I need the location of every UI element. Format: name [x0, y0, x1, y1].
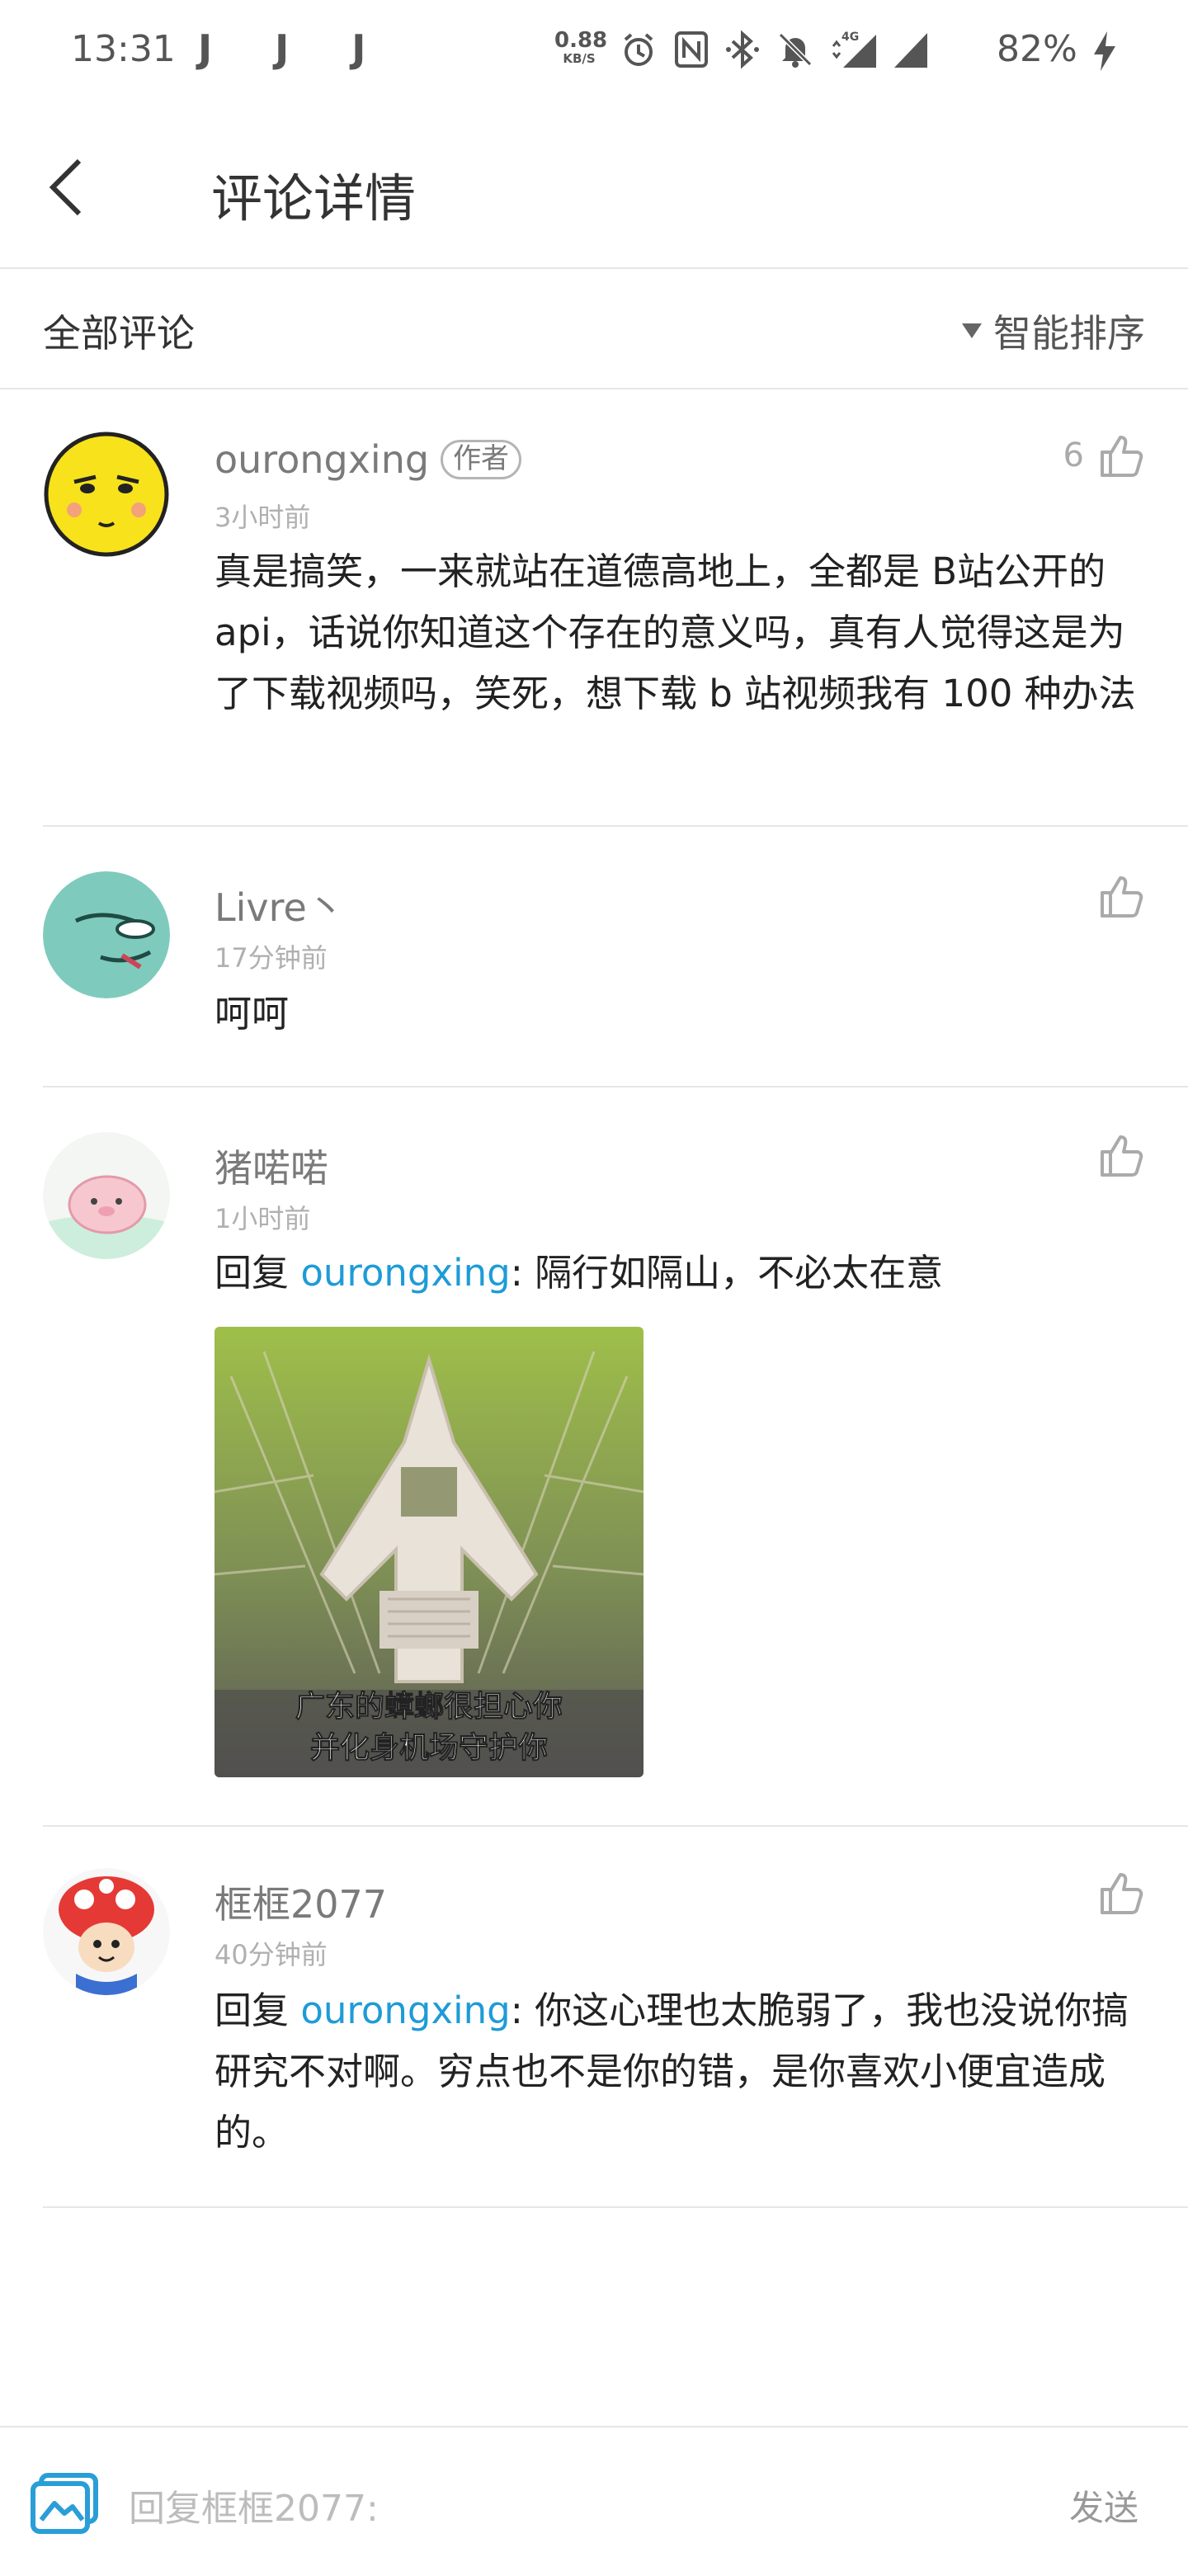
- image-caption-line1: 广东的蟑螂很担心你: [295, 1690, 563, 1724]
- sort-dropdown[interactable]: 智能排序: [960, 304, 1145, 358]
- reply-input[interactable]: 回复框框2077:: [129, 2479, 379, 2531]
- thumbs-up-icon: [1101, 1873, 1143, 1914]
- like-button[interactable]: 6: [1063, 432, 1145, 479]
- thumbs-up-icon: [1101, 1135, 1143, 1177]
- username[interactable]: Livre丶: [214, 878, 345, 932]
- avatar[interactable]: [43, 1132, 170, 1259]
- caret-down-icon: [962, 323, 982, 338]
- reply-user-link[interactable]: ourongxing: [300, 1989, 510, 2032]
- comment-text: 回复 ourongxing: 你这心理也太脆弱了，我也没说你搞研究不对啊。穷点也…: [214, 1980, 1147, 2163]
- image-picker-icon: [31, 2473, 98, 2534]
- net-speed: 0.88 KB/S: [554, 28, 608, 66]
- mute-icon: [778, 32, 813, 68]
- reply-bar: 回复框框2077: 发送: [0, 2426, 1188, 2576]
- thumbs-up-icon: [1101, 876, 1143, 918]
- like-button[interactable]: [1099, 873, 1145, 919]
- reply-user-link[interactable]: ourongxing: [300, 1251, 510, 1295]
- all-comments-label: 全部评论: [43, 311, 195, 356]
- username-text: 框框2077: [214, 1882, 388, 1927]
- like-count: 6: [1063, 436, 1084, 474]
- comment-text: 回复 ourongxing: 隔行如隔山，不必太在意: [214, 1243, 1147, 1304]
- username-text: 猪喏喏: [214, 1146, 328, 1191]
- comment-time: 3小时前: [214, 502, 311, 533]
- author-badge: 作者: [441, 440, 522, 479]
- bluetooth-icon: [726, 30, 759, 69]
- comment-time: 40分钟前: [214, 1939, 328, 1970]
- thumbs-up-icon: [1101, 436, 1143, 477]
- reply-text: : 隔行如隔山，不必太在意: [510, 1251, 944, 1295]
- username[interactable]: 猪喏喏: [214, 1139, 328, 1193]
- app-bar: 评论详情: [0, 106, 1188, 269]
- comment-time: 17分钟前: [214, 942, 328, 974]
- comment-item: 框框2077 40分钟前 回复 ourongxing: 你这心理也太脆弱了，我也…: [0, 1827, 1188, 2208]
- svg-text:4G: 4G: [842, 31, 859, 44]
- reply-prefix: 回复: [214, 1251, 301, 1295]
- avatar[interactable]: [43, 431, 170, 558]
- like-button[interactable]: [1099, 1132, 1145, 1178]
- divider: [43, 2206, 1188, 2208]
- nfc-icon: [675, 31, 708, 68]
- image-caption-line2: 并化身机场守护你: [310, 1731, 548, 1765]
- status-bar: 13:31 J J J 0.88 KB/S 4G 82%: [0, 0, 1188, 106]
- username[interactable]: ourongxing 作者: [214, 437, 522, 482]
- back-button[interactable]: [33, 150, 99, 224]
- comment-item: Livre丶 17分钟前 呵呵: [0, 827, 1188, 1087]
- status-icons: 4G: [619, 25, 929, 74]
- avatar[interactable]: [43, 871, 170, 998]
- username-text: ourongxing: [214, 437, 430, 482]
- sort-label: 智能排序: [993, 311, 1145, 356]
- net-speed-unit: KB/S: [563, 51, 596, 66]
- like-button[interactable]: [1099, 1870, 1145, 1916]
- battery-percent: 82%: [997, 28, 1077, 70]
- signal-icon: [894, 33, 927, 68]
- alarm-icon: [624, 33, 653, 66]
- sort-bar: 全部评论 智能排序: [0, 269, 1188, 389]
- page-title: 评论详情: [211, 168, 417, 229]
- username[interactable]: 框框2077: [214, 1875, 387, 1929]
- comment-text: 真是搞笑，一来就站在道德高地上，全都是 B站公开的 api，话说你知道这个存在的…: [214, 550, 1136, 715]
- image-picker-button[interactable]: [30, 2472, 99, 2535]
- charging-icon: [1094, 31, 1115, 71]
- net-speed-value: 0.88: [554, 28, 608, 53]
- signal-4g-icon: 4G: [832, 31, 876, 68]
- notification-icons: J J J: [198, 26, 391, 71]
- comment-image[interactable]: 广东的蟑螂很担心你 并化身机场守护你: [214, 1327, 644, 1777]
- reply-prefix: 回复: [214, 1989, 301, 2032]
- send-button[interactable]: 发送: [1069, 2480, 1138, 2531]
- avatar[interactable]: [43, 1868, 170, 1995]
- username-text: Livre丶: [214, 885, 345, 930]
- back-arrow-icon: [49, 158, 82, 216]
- comment-time: 1小时前: [214, 1203, 311, 1234]
- comment-text: 呵呵: [214, 992, 290, 1036]
- comment-item: 猪喏喏 1小时前 回复 ourongxing: 隔行如隔山，不必太在意 广东的蟑…: [0, 1087, 1188, 1827]
- comment-item: ourongxing 作者 6 3小时前 真是搞笑，一来就站在道德高地上，全都是…: [0, 389, 1188, 827]
- status-time: 13:31: [71, 28, 176, 70]
